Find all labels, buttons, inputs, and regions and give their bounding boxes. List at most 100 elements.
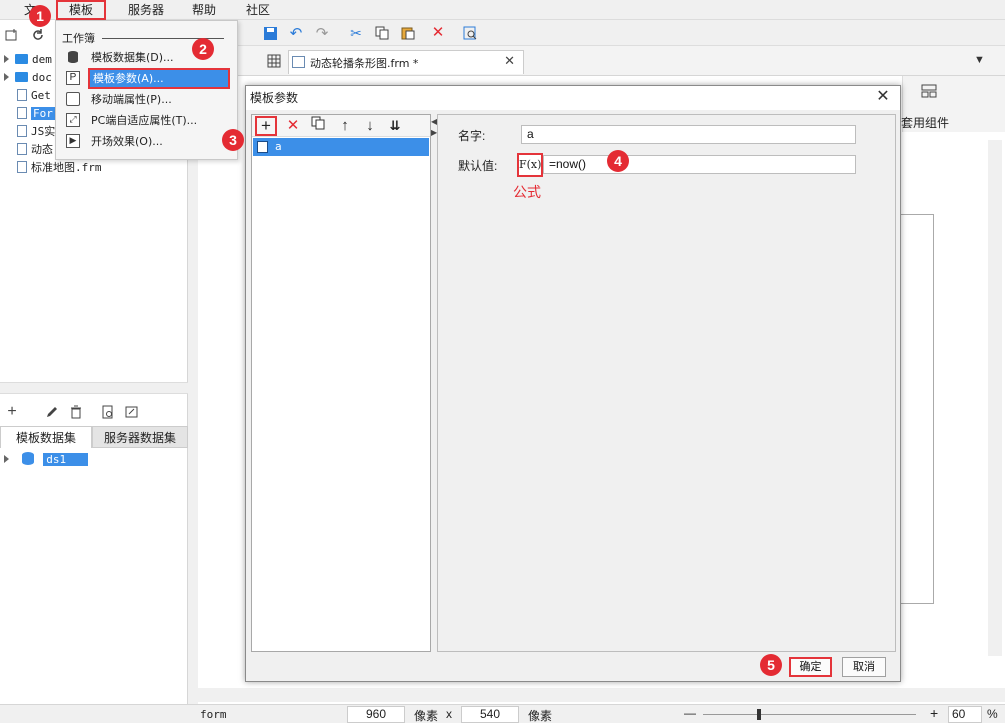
default-value-field[interactable]: =now()	[543, 155, 856, 174]
play-icon: ▶	[66, 134, 80, 148]
unit-label: 像素	[528, 709, 553, 723]
step-badge-2: 2	[192, 38, 214, 60]
tree-item[interactable]: 标准地图.frm	[17, 159, 102, 177]
form-frame	[898, 214, 934, 604]
zoom-slider-handle[interactable]	[757, 709, 761, 720]
widget-label: 套用组件	[901, 116, 950, 130]
menu-server[interactable]: 服务器	[118, 0, 174, 20]
dialog-titlebar: 模板参数	[246, 86, 900, 110]
database-icon	[66, 50, 80, 64]
add-parameter-button[interactable]: +	[255, 116, 277, 136]
sort-button[interactable]: ⇊	[384, 116, 406, 136]
file-icon	[17, 143, 27, 155]
ok-button[interactable]: 确定	[789, 657, 832, 677]
step-badge-4: 4	[607, 150, 629, 172]
formula-button[interactable]: F(x)	[517, 153, 543, 177]
move-down-button[interactable]: ↓	[359, 116, 381, 136]
percent-label: %	[987, 707, 998, 721]
add-icon[interactable]: +	[4, 403, 20, 420]
tab-server-dataset[interactable]: 服务器数据集	[92, 426, 188, 448]
undo-icon[interactable]: ↶	[288, 25, 304, 42]
editor-tab-bar: 动态轮播条形图.frm * ✕ ▼	[238, 46, 1005, 76]
folder-icon	[15, 54, 28, 64]
tree-item[interactable]: JS实	[17, 123, 55, 141]
close-tab-icon[interactable]: ✕	[504, 53, 515, 69]
name-field[interactable]: a	[521, 125, 856, 144]
file-icon	[17, 89, 27, 101]
copy-icon[interactable]	[374, 25, 390, 41]
fit-icon: ⤢	[66, 113, 80, 127]
status-bar: form 960 像素 x 540 像素 — + 60 %	[0, 704, 1005, 723]
close-icon[interactable]: ✕	[874, 88, 892, 106]
tree-item[interactable]: dem	[4, 51, 52, 69]
widget-panel: 套用组件	[901, 76, 1005, 132]
unit-label: 像素	[414, 709, 439, 723]
parameter-toolbar: + ✕ ↑ ↓ ⇊	[252, 115, 430, 137]
delete-icon[interactable]	[68, 404, 84, 420]
dataset-edit-icon[interactable]	[124, 404, 140, 420]
zoom-in-button[interactable]: +	[930, 705, 938, 721]
menu-item-mobile-property[interactable]: 移动端属性(P)...	[56, 89, 237, 110]
grid-icon[interactable]	[266, 53, 282, 69]
menu-template[interactable]: 模板	[56, 0, 106, 20]
tab-menu-icon[interactable]: ▼	[974, 54, 986, 66]
zoom-slider-track[interactable]	[703, 714, 916, 715]
save-icon[interactable]	[262, 25, 278, 41]
menu-community[interactable]: 社区	[238, 0, 278, 20]
parameter-list-pane: + ✕ ↑ ↓ ⇊ a	[251, 114, 431, 652]
database-icon	[21, 452, 34, 465]
menu-item-template-parameter[interactable]: 模板参数(A)...	[88, 68, 230, 89]
panel-splitter[interactable]	[0, 382, 188, 394]
formula-caption: 公式	[513, 184, 541, 200]
redo-icon[interactable]: ↷	[314, 25, 330, 42]
zoom-field[interactable]: 60	[948, 706, 982, 723]
parameter-icon	[257, 141, 268, 153]
delete-icon[interactable]: ✕	[430, 24, 446, 41]
tree-item[interactable]: doc	[4, 69, 52, 87]
file-icon	[292, 56, 305, 68]
tree-item-selected[interactable]: For	[17, 105, 55, 123]
tree-item[interactable]: 动态	[17, 141, 53, 159]
height-field[interactable]: 540	[461, 706, 519, 723]
parameter-icon: P	[66, 71, 80, 85]
paste-icon[interactable]	[400, 25, 416, 41]
copy-parameter-button[interactable]	[307, 116, 329, 136]
step-badge-1: 1	[29, 5, 51, 27]
file-icon	[17, 107, 27, 119]
preview-icon[interactable]	[100, 404, 116, 420]
mode-label: form	[200, 708, 227, 721]
dialog-title: 模板参数	[250, 91, 299, 105]
expand-icon[interactable]	[4, 73, 9, 81]
horizontal-scrollbar[interactable]	[198, 688, 1005, 702]
zoom-out-button[interactable]: —	[684, 706, 696, 720]
new-folder-icon[interactable]	[4, 27, 20, 43]
tab-editor-file[interactable]: 动态轮播条形图.frm * ✕	[288, 50, 524, 74]
tab-template-dataset[interactable]: 模板数据集	[0, 426, 92, 448]
width-field[interactable]: 960	[347, 706, 405, 723]
cancel-button[interactable]: 取消	[842, 657, 886, 677]
remove-parameter-button[interactable]: ✕	[282, 116, 304, 136]
tree-item[interactable]: Get	[17, 87, 51, 105]
vertical-scrollbar[interactable]	[988, 140, 1002, 656]
layout-icon[interactable]	[921, 84, 937, 98]
dataset-toolbar: +	[0, 400, 188, 426]
editor-toolbar: ↶ ↷ ✂ ✕	[238, 20, 1005, 46]
expand-icon[interactable]	[4, 55, 9, 63]
folder-icon	[15, 72, 28, 82]
refresh-icon[interactable]	[30, 27, 46, 43]
dataset-item[interactable]: ds1	[4, 451, 89, 469]
menu-help[interactable]: 帮助	[184, 0, 224, 20]
file-icon	[17, 161, 27, 173]
move-up-button[interactable]: ↑	[334, 116, 356, 136]
menu-item-pc-adaptive[interactable]: ⤢ PC端自适应属性(T)...	[56, 110, 237, 131]
expand-icon[interactable]	[4, 455, 9, 463]
name-label: 名字:	[458, 129, 486, 143]
file-icon	[17, 125, 27, 137]
parameter-item-selected[interactable]: a	[253, 138, 429, 156]
search-template-icon[interactable]	[462, 25, 478, 41]
step-badge-5: 5	[760, 654, 782, 676]
menu-item-opening-effect[interactable]: ▶ 开场效果(O)...	[56, 131, 237, 152]
cut-icon[interactable]: ✂	[348, 25, 364, 41]
edit-icon[interactable]	[44, 404, 60, 420]
times-label: x	[446, 707, 452, 721]
